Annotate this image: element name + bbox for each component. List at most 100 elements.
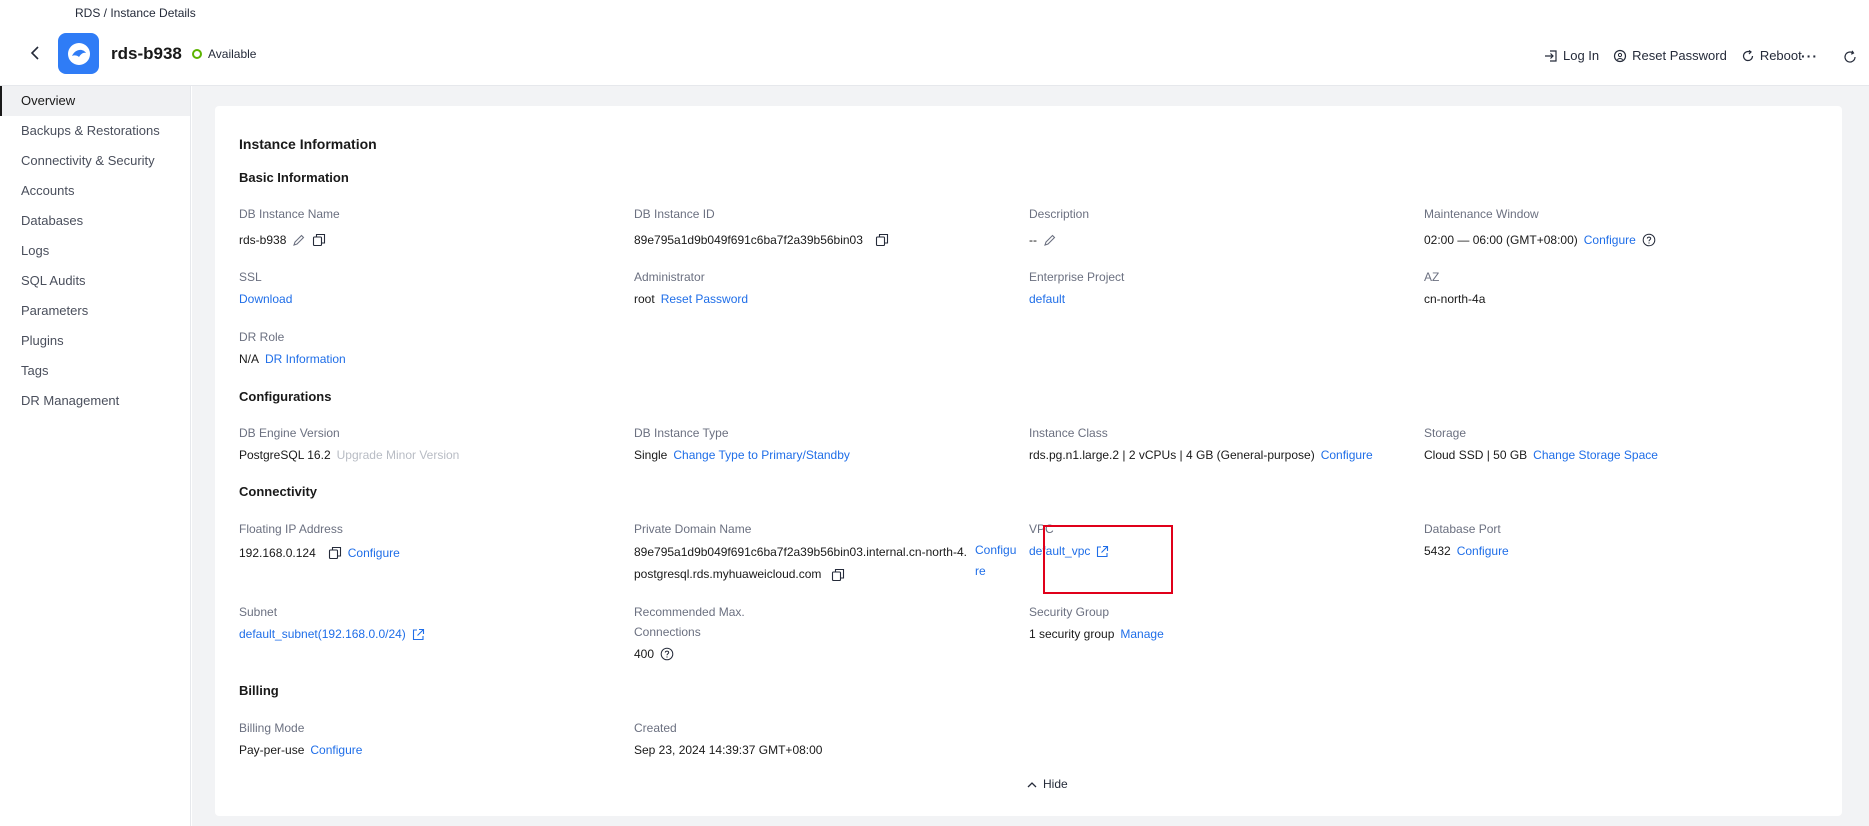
help-icon[interactable] bbox=[1642, 233, 1656, 247]
login-button[interactable]: Log In bbox=[1544, 48, 1599, 63]
field-label: AZ bbox=[1424, 270, 1440, 284]
configure-billing-link[interactable]: Configure bbox=[310, 740, 362, 760]
upgrade-minor-version-link: Upgrade Minor Version bbox=[336, 448, 460, 462]
field-label: Administrator bbox=[634, 270, 705, 284]
hide-toggle-button[interactable]: Hide bbox=[1027, 777, 1068, 791]
sidebar-item-sql-audits[interactable]: SQL Audits bbox=[0, 266, 190, 296]
instance-class-field: Instance Class rds.pg.n1.large.2 | 2 vCP… bbox=[1029, 423, 1424, 465]
change-storage-link[interactable]: Change Storage Space bbox=[1533, 445, 1658, 465]
field-value: N/A bbox=[239, 352, 260, 366]
field-label: SSL bbox=[239, 270, 262, 284]
sidebar-item-logs[interactable]: Logs bbox=[0, 236, 190, 266]
field-label: Private Domain Name bbox=[634, 522, 752, 536]
field-value: root bbox=[634, 292, 655, 306]
page-header: RDS / Instance Details rds-b938 Availabl… bbox=[0, 0, 1869, 86]
floating-ip-field: Floating IP Address 192.168.0.124 Config… bbox=[239, 519, 619, 563]
more-actions-button[interactable]: ··· bbox=[1801, 48, 1818, 64]
configure-domain-link[interactable]: Configure bbox=[975, 540, 1020, 582]
configurations-title: Configurations bbox=[239, 389, 332, 404]
login-label: Log In bbox=[1563, 48, 1600, 63]
field-value: 89e795a1d9b049f691c6ba7f2a39b56bin03 bbox=[634, 233, 863, 247]
configure-floating-ip-link[interactable]: Configure bbox=[348, 543, 400, 563]
field-label: Security Group bbox=[1029, 605, 1110, 619]
sidebar-item-parameters[interactable]: Parameters bbox=[0, 296, 190, 326]
field-label: DB Instance ID bbox=[634, 207, 715, 221]
login-icon bbox=[1545, 49, 1557, 62]
reboot-button[interactable]: Reboot bbox=[1741, 48, 1802, 63]
copy-icon[interactable] bbox=[328, 546, 342, 560]
sidebar-item-accounts[interactable]: Accounts bbox=[0, 176, 190, 206]
edit-icon[interactable] bbox=[292, 233, 306, 247]
sidebar-item-plugins[interactable]: Plugins bbox=[0, 326, 190, 356]
subnet-link[interactable]: default_subnet(192.168.0.0/24) bbox=[239, 624, 406, 644]
reset-password-button[interactable]: Reset Password bbox=[1613, 48, 1727, 63]
ssl-field: SSL Download bbox=[239, 267, 619, 309]
field-value: Sep 23, 2024 14:39:37 GMT+08:00 bbox=[634, 743, 823, 757]
header-actions: Log In Reset Password Reboot bbox=[1544, 48, 1802, 63]
created-field: Created Sep 23, 2024 14:39:37 GMT+08:00 bbox=[634, 718, 1014, 760]
vpc-highlight-box bbox=[1043, 525, 1173, 594]
instance-info-card: Instance Information Basic Information D… bbox=[215, 106, 1842, 816]
db-instance-name-field: DB Instance Name rds-b938 bbox=[239, 204, 619, 250]
field-value: 192.168.0.124 bbox=[239, 546, 316, 560]
billing-mode-field: Billing Mode Pay-per-use Configure bbox=[239, 718, 619, 760]
billing-title: Billing bbox=[239, 683, 279, 698]
ssl-download-link[interactable]: Download bbox=[239, 289, 292, 309]
field-label: Created bbox=[634, 721, 677, 735]
dr-role-field: DR Role N/A DR Information bbox=[239, 327, 619, 369]
help-icon[interactable] bbox=[660, 647, 674, 661]
field-value: Pay-per-use bbox=[239, 743, 305, 757]
admin-reset-password-link[interactable]: Reset Password bbox=[661, 289, 748, 309]
basic-info-title: Basic Information bbox=[239, 170, 349, 185]
reset-password-icon bbox=[1614, 49, 1627, 62]
sidebar-item-connectivity[interactable]: Connectivity & Security bbox=[0, 146, 190, 176]
configure-maintenance-link[interactable]: Configure bbox=[1584, 230, 1636, 250]
subnet-field: Subnet default_subnet(192.168.0.0/24) bbox=[239, 602, 619, 644]
field-label: Description bbox=[1029, 207, 1090, 221]
field-label: DR Role bbox=[239, 330, 285, 344]
copy-icon[interactable] bbox=[312, 233, 326, 247]
sidebar-item-overview[interactable]: Overview bbox=[0, 86, 190, 116]
refresh-icon[interactable] bbox=[1843, 50, 1857, 67]
change-type-link[interactable]: Change Type to Primary/Standby bbox=[673, 445, 850, 465]
field-label: Maintenance Window bbox=[1424, 207, 1539, 221]
db-instance-type-field: DB Instance Type Single Change Type to P… bbox=[634, 423, 1014, 465]
maintenance-window-field: Maintenance Window 02:00 — 06:00 (GMT+08… bbox=[1424, 204, 1804, 250]
field-value: 1 security group bbox=[1029, 627, 1115, 641]
field-label: Floating IP Address bbox=[239, 522, 343, 536]
sidebar-item-tags[interactable]: Tags bbox=[0, 356, 190, 386]
copy-icon[interactable] bbox=[831, 568, 845, 582]
field-value: Cloud SSD | 50 GB bbox=[1424, 448, 1528, 462]
status-dot-icon bbox=[192, 49, 202, 59]
field-value: cn-north-4a bbox=[1424, 292, 1486, 306]
field-value: 5432 bbox=[1424, 544, 1451, 558]
sidebar-item-backups[interactable]: Backups & Restorations bbox=[0, 116, 190, 146]
field-label: Instance Class bbox=[1029, 426, 1108, 440]
enterprise-project-link[interactable]: default bbox=[1029, 289, 1065, 309]
copy-icon[interactable] bbox=[875, 233, 889, 247]
external-link-icon[interactable] bbox=[412, 628, 425, 641]
sidebar-item-dr-management[interactable]: DR Management bbox=[0, 386, 190, 416]
configure-instance-class-link[interactable]: Configure bbox=[1321, 445, 1373, 465]
manage-security-group-link[interactable]: Manage bbox=[1120, 624, 1163, 644]
breadcrumb[interactable]: RDS / Instance Details bbox=[75, 6, 196, 20]
description-field: Description -- bbox=[1029, 204, 1409, 250]
connectivity-title: Connectivity bbox=[239, 484, 318, 499]
field-label: Database Port bbox=[1424, 522, 1501, 536]
field-label: Subnet bbox=[239, 605, 278, 619]
security-group-field: Security Group 1 security group Manage bbox=[1029, 602, 1409, 644]
edit-icon[interactable] bbox=[1043, 233, 1057, 247]
status-text: Available bbox=[208, 47, 257, 61]
reset-password-label: Reset Password bbox=[1632, 48, 1727, 63]
chevron-up-icon bbox=[1027, 781, 1037, 787]
sidebar-nav: Overview Backups & Restorations Connecti… bbox=[0, 86, 191, 826]
field-label: Recommended Max. Connections bbox=[634, 605, 745, 639]
dr-information-link[interactable]: DR Information bbox=[265, 349, 346, 369]
sidebar-item-databases[interactable]: Databases bbox=[0, 206, 190, 236]
configure-port-link[interactable]: Configure bbox=[1457, 541, 1509, 561]
instance-name-title: rds-b938 bbox=[111, 44, 182, 63]
field-value: Single bbox=[634, 448, 668, 462]
main-content: Instance Information Basic Information D… bbox=[192, 86, 1869, 826]
hide-label: Hide bbox=[1043, 777, 1068, 791]
back-arrow-icon[interactable] bbox=[26, 44, 44, 62]
